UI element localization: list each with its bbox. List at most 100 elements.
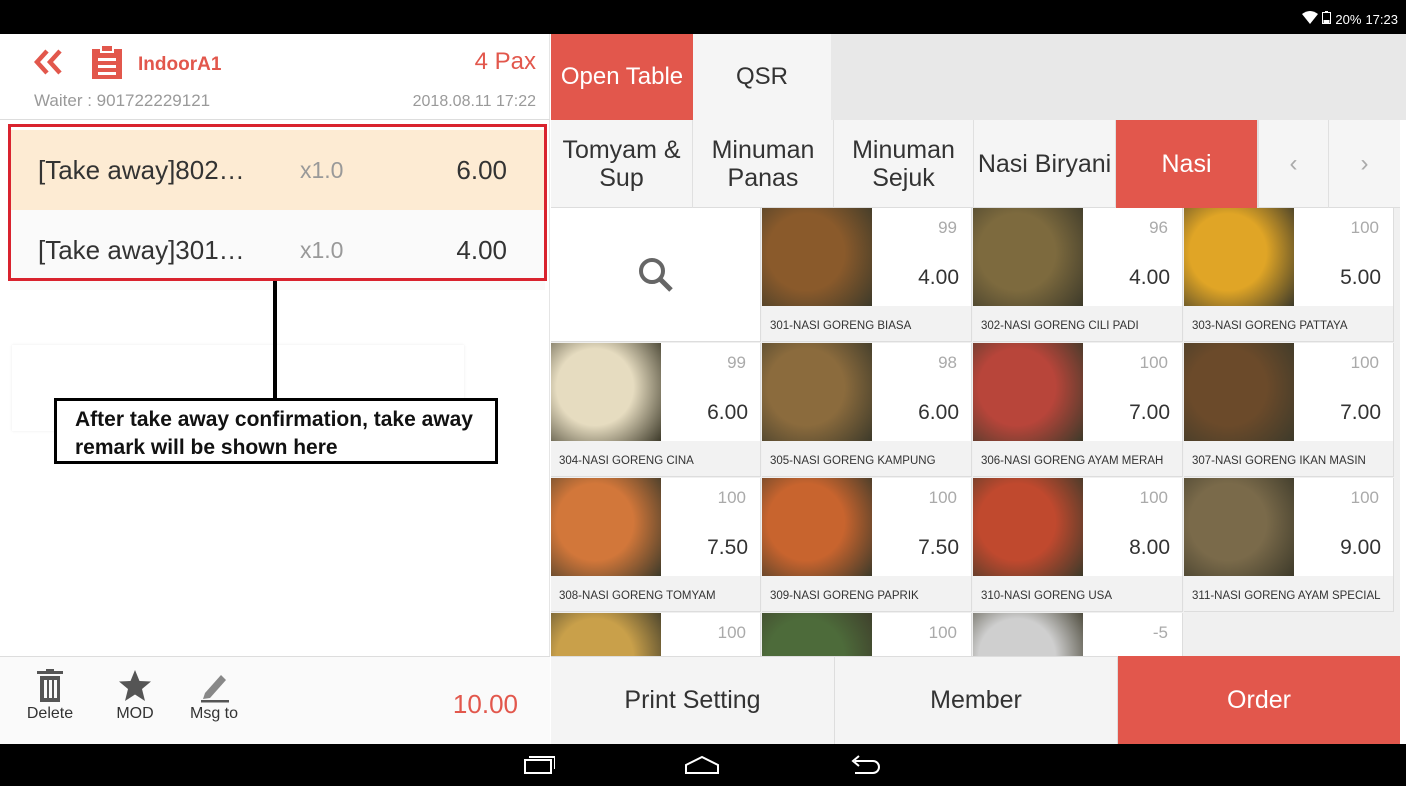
item-name: 307-NASI GORENG IKAN MASIN [1184,441,1393,476]
item-name: 304-NASI GORENG CINA [551,441,760,476]
food-photo [973,343,1083,441]
msg-to-label: Msg to [189,705,238,722]
menu-item-card[interactable]: -5 [973,613,1183,657]
stock-count: 100 [1350,488,1379,507]
menu-item-card[interactable]: 100 [551,613,761,657]
item-name: 306-NASI GORENG AYAM MERAH [973,441,1182,476]
chevron-right-icon[interactable]: › [1328,120,1400,208]
delete-button[interactable]: Delete [20,665,80,735]
item-price: 5.00 [1340,266,1381,289]
battery-icon [1322,11,1332,27]
stock-count: 100 [928,488,957,507]
order-header: IndoorA1 4 Pax Waiter : 901722229121 201… [0,34,550,120]
stock-count: 100 [1350,218,1379,237]
status-bar-indicators: 20% 17:23 [1302,11,1398,27]
category-tomyam-sup[interactable]: Tomyam & Sup [551,120,693,208]
item-price: 9.00 [1340,536,1381,559]
food-photo [973,478,1083,576]
menu-item-card[interactable]: 96 4.00 302-NASI GORENG CILI PADI [973,208,1183,342]
mod-button[interactable]: MOD [105,665,165,735]
food-photo [973,208,1083,306]
double-chevron-left-icon[interactable] [33,48,64,76]
annotation-callout: After take away confirmation, take away … [54,398,498,464]
highlight-box [8,124,547,281]
pencil-icon [184,669,244,703]
wifi-icon [1302,11,1319,27]
waiter-label: Waiter : 901722229121 [34,91,211,110]
item-price: 4.00 [918,266,959,289]
menu-item-card[interactable]: 100 7.50 308-NASI GORENG TOMYAM [551,478,761,612]
battery-percent: 20% [1335,11,1362,27]
menu-item-card[interactable]: 98 6.00 305-NASI GORENG KAMPUNG [762,343,972,477]
member-button[interactable]: Member [835,656,1118,744]
category-minuman-panas[interactable]: Minuman Panas [693,120,834,208]
food-photo [762,208,872,306]
tab-qsr[interactable]: QSR [693,34,831,120]
menu-grid: 99 4.00 301-NASI GORENG BIASA 96 4.00 302-NAS… [551,208,1400,657]
menu-item-card[interactable]: 100 [762,613,972,657]
menu-item-card[interactable]: 100 8.00 310-NASI GORENG USA [973,478,1183,612]
order-actions: Delete MOD Msg to 10.00 [0,656,550,744]
stock-count: 99 [727,353,746,372]
trash-icon [20,669,80,703]
home-icon[interactable] [682,751,722,779]
mod-label: MOD [116,705,154,722]
food-photo [762,613,872,657]
callout-line [273,281,277,398]
recent-apps-icon[interactable] [518,751,558,779]
category-minuman-sejuk[interactable]: Minuman Sejuk [834,120,974,208]
stock-count: 100 [1350,353,1379,372]
stock-count: 100 [1139,488,1168,507]
menu-item-card[interactable]: 99 6.00 304-NASI GORENG CINA [551,343,761,477]
menu-item-card[interactable]: 100 7.00 307-NASI GORENG IKAN MASIN [1184,343,1394,477]
food-photo [1184,208,1294,306]
search-icon [637,256,675,299]
order-panel: IndoorA1 4 Pax Waiter : 901722229121 201… [0,34,550,744]
menu-item-card[interactable]: 99 4.00 301-NASI GORENG BIASA [762,208,972,342]
stock-count: 100 [717,623,746,642]
item-price: 7.50 [918,536,959,559]
item-price: 7.00 [1129,401,1170,424]
delete-label: Delete [26,705,74,722]
stock-count: 99 [938,218,957,237]
item-price: 4.00 [1129,266,1170,289]
food-photo [551,613,661,657]
menu-item-card[interactable]: 100 7.00 306-NASI GORENG AYAM MERAH [973,343,1183,477]
clipboard-icon[interactable] [90,44,124,80]
menu-item-card[interactable]: 100 5.00 303-NASI GORENG PATTAYA [1184,208,1394,342]
order-datetime: 2018.08.11 17:22 [412,93,536,110]
search-button[interactable] [551,208,761,342]
item-price: 6.00 [707,401,748,424]
item-name: 303-NASI GORENG PATTAYA [1184,306,1393,341]
food-photo [551,343,661,441]
print-setting-button[interactable]: Print Setting [551,656,835,744]
status-bar: 20% 17:23 [0,0,1406,34]
pax-count[interactable]: 4 Pax [475,48,536,76]
item-name: 302-NASI GORENG CILI PADI [973,306,1182,341]
table-name: IndoorA1 [138,54,222,75]
stock-count: 96 [1149,218,1168,237]
action-bar: Print Setting Member Order [551,656,1400,744]
menu-item-card[interactable]: 100 7.50 309-NASI GORENG PAPRIK [762,478,972,612]
msg-to-button[interactable]: Msg to [184,665,244,735]
food-photo [973,613,1083,657]
category-nasi[interactable]: Nasi [1116,120,1258,208]
mode-tabs: Open Table QSR [551,34,1406,120]
tab-open-table[interactable]: Open Table [551,34,693,120]
back-icon[interactable] [845,751,885,779]
clock: 17:23 [1365,11,1398,27]
item-name: 305-NASI GORENG KAMPUNG [762,441,971,476]
category-bar: Tomyam & Sup Minuman Panas Minuman Sejuk… [551,120,1400,208]
stock-count: 100 [717,488,746,507]
order-total: 10.00 [452,689,518,719]
item-name: 311-NASI GORENG AYAM SPECIAL [1184,576,1393,611]
food-photo [1184,478,1294,576]
food-photo [762,343,872,441]
item-name: 309-NASI GORENG PAPRIK [762,576,971,611]
chevron-left-icon[interactable]: ‹ [1258,120,1328,208]
menu-item-card[interactable]: 100 9.00 311-NASI GORENG AYAM SPECIAL [1184,478,1394,612]
stock-count: -5 [1152,623,1168,642]
star-icon [105,669,165,703]
category-nasi-biryani[interactable]: Nasi Biryani [974,120,1116,208]
order-button[interactable]: Order [1118,656,1400,744]
